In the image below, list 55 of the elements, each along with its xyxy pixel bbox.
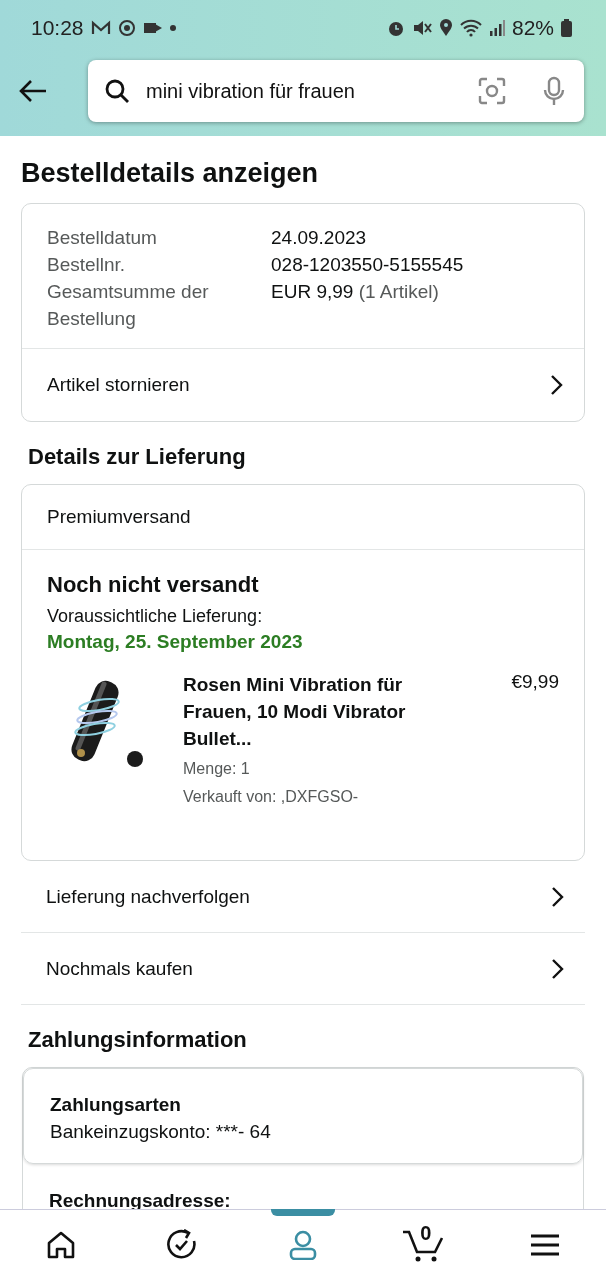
cart-count: 0 (420, 1222, 432, 1245)
mute-icon (411, 19, 432, 37)
seller-text: Verkauft von: ,DXFGSO- (183, 787, 360, 807)
section-heading: Zahlungsinformation (28, 1027, 248, 1053)
row-label: Nochmals kaufen (46, 957, 193, 980)
notification-icon (142, 20, 163, 36)
location-icon (438, 19, 453, 37)
section-heading: Details zur Lieferung (28, 444, 247, 470)
summary-value: EUR 9,99 (271, 281, 354, 302)
row-label: Lieferung nachverfolgen (46, 885, 250, 908)
refresh-check-icon (165, 1229, 198, 1261)
row-label: Artikel stornieren (47, 374, 190, 396)
wifi-icon (459, 19, 482, 37)
summary-value: 24.09.2023 (271, 227, 367, 248)
shipment-status: Noch nicht versandt (47, 572, 260, 598)
app-notification-icon (117, 19, 136, 37)
summary-note: (1 Artikel) (358, 281, 439, 302)
search-field[interactable]: mini vibration für frauen (144, 78, 464, 104)
payment-method-label: Zahlungsarten (50, 1093, 182, 1117)
quantity-text: Menge: 1 (183, 759, 251, 779)
nav-tab[interactable]: 0 (374, 1210, 475, 1280)
signal-icon (488, 20, 505, 36)
alarm-icon (386, 19, 405, 37)
chevron-right-icon (551, 957, 565, 980)
microphone-icon[interactable] (542, 76, 566, 106)
shipping-method: Premiumversand (22, 485, 584, 550)
delivery-date: Montag, 25. September 2023 (47, 631, 304, 653)
item-price: €9,99 (511, 671, 559, 694)
product-title[interactable]: Rosen Mini Vibration für Frauen, 10 Modi Vibrator Bullet... (183, 671, 433, 752)
summary-label: Gesamtsumme der Bestellung (47, 280, 210, 331)
billing-address-label: Rechnungsadresse: (49, 1190, 231, 1212)
home-icon (45, 1231, 76, 1259)
dot-icon (169, 25, 176, 31)
active-indicator (270, 1209, 335, 1216)
search-icon (104, 78, 130, 104)
cancel-item-row[interactable]: Artikel stornieren (22, 348, 584, 421)
delivery-action-row[interactable]: Lieferung nachverfolgen (21, 861, 585, 933)
chevron-right-icon (551, 885, 565, 908)
menu-icon (530, 1233, 561, 1257)
back-arrow-icon[interactable] (18, 79, 48, 103)
summary-label: Bestellnr. (47, 253, 127, 277)
status-time: 10:28 (31, 16, 84, 40)
payment-method-value: Bankeinzugskonto: ***- 64 (50, 1120, 272, 1144)
search-bar[interactable]: mini vibration für frauen (88, 60, 584, 122)
delivery-action-row[interactable]: Nochmals kaufen (21, 933, 585, 1005)
person-icon (287, 1230, 318, 1260)
camera-scan-icon[interactable] (478, 77, 506, 105)
chevron-right-icon (550, 374, 564, 396)
battery-percent: 82% (511, 16, 554, 40)
page-title: Bestelldetails anzeigen (21, 158, 320, 189)
delivery-label: Voraussichtliche Lieferung: (47, 606, 264, 627)
mail-icon (90, 20, 111, 36)
summary-label: Bestelldatum (47, 226, 158, 250)
battery-icon (561, 19, 572, 37)
summary-value: 028-1203550-5155545 (271, 254, 464, 275)
